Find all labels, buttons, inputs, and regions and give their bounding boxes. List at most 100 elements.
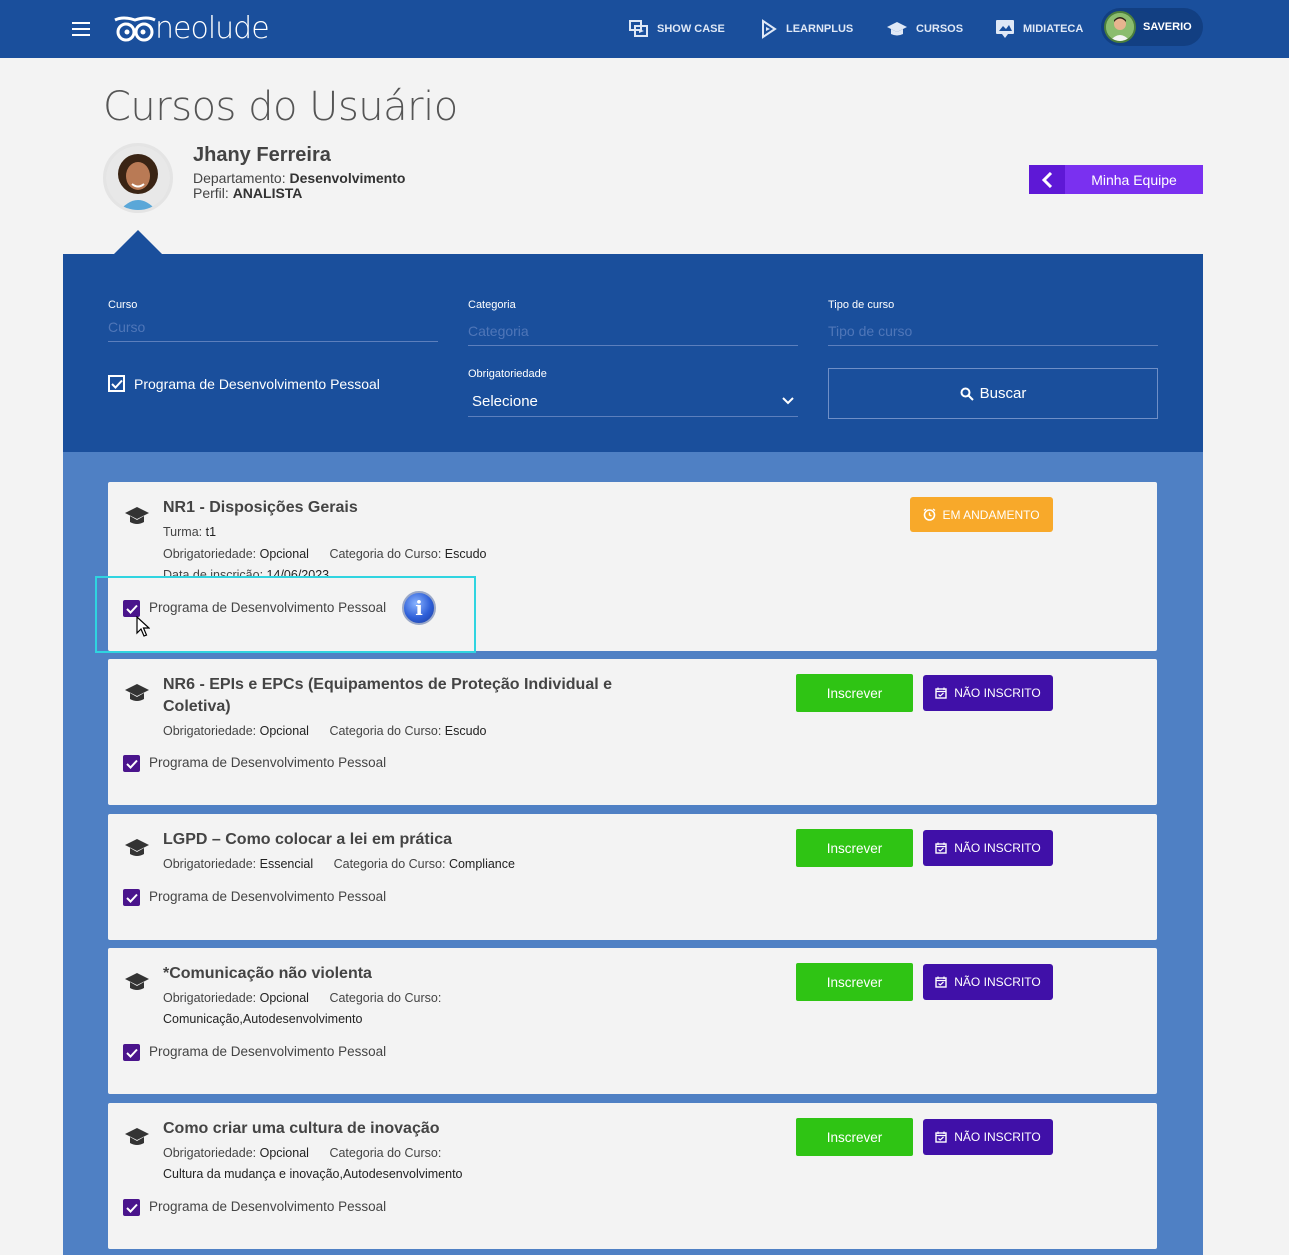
obrig-value: Opcional [259, 547, 309, 561]
pdp-checkbox[interactable] [123, 1044, 140, 1061]
course-title: NR6 - EPIs e EPCs (Equipamentos de Prote… [163, 674, 612, 718]
user-full-name: Jhany Ferreira [193, 144, 331, 166]
cat-value: Cultura da mudança e inovação,Autodesenv… [163, 1167, 463, 1181]
obrig-value: Opcional [259, 724, 309, 738]
cat-value: Compliance [448, 857, 515, 871]
perfil-value: ANALISTA [232, 185, 303, 201]
course-meta: Obrigatoriedade: Opcional Categoria do C… [163, 547, 487, 561]
course-title-line2: Coletiva) [163, 698, 231, 715]
pdp-checkbox[interactable] [123, 889, 140, 906]
course-meta: Obrigatoriedade: Opcional Categoria do C… [163, 991, 441, 1005]
pdp-checkbox[interactable] [123, 755, 140, 772]
minha-equipe-button[interactable]: Minha Equipe [1029, 165, 1203, 194]
media-icon [996, 20, 1014, 38]
pdp-label: Programa de Desenvolvimento Pessoal [149, 1199, 387, 1214]
neolude-logo[interactable]: neolude [113, 11, 270, 46]
obrig-value: Essencial [259, 857, 314, 871]
panel-pointer [114, 230, 162, 254]
nav-cursos[interactable]: CURSOS [886, 14, 963, 44]
cat-label: Categoria do Curso: [329, 724, 442, 738]
tipo-curso-placeholder: Tipo de curso [828, 323, 913, 339]
curso-placeholder: Curso [108, 319, 146, 335]
user-avatar [1104, 11, 1136, 43]
obrig-label: Obrigatoriedade: [163, 991, 257, 1005]
nav-label: MIDIATECA [1023, 23, 1084, 35]
obrig-label: Obrigatoriedade: [163, 724, 257, 738]
graduation-cap-icon [125, 839, 149, 856]
em-andamento-button[interactable]: EM ANDAMENTO [910, 497, 1053, 532]
minha-equipe-label: Minha Equipe [1091, 171, 1177, 188]
course-meta: Obrigatoriedade: Opcional Categoria do C… [163, 724, 487, 738]
course-turma: Turma: t1 [163, 525, 216, 539]
nao-inscrito-button[interactable]: NÃO INSCRITO [923, 1119, 1053, 1155]
course-card: *Comunicação não violenta Obrigatoriedad… [108, 948, 1157, 1094]
status-label: NÃO INSCRITO [954, 975, 1041, 989]
categoria-input[interactable]: Categoria [468, 320, 798, 346]
nav-learnplus[interactable]: LEARNPLUS [760, 14, 853, 44]
status-label: NÃO INSCRITO [954, 841, 1041, 855]
check-icon [125, 1203, 138, 1213]
date-label: Data de inscrição: [163, 568, 264, 582]
search-icon [960, 387, 974, 401]
course-title-line1: NR6 - EPIs e EPCs (Equipamentos de Prote… [163, 676, 612, 693]
graduation-cap-icon [125, 973, 149, 990]
categoria-label: Categoria [468, 299, 516, 311]
cat-label: Categoria do Curso: [329, 547, 442, 561]
user-menu[interactable]: SAVERIO [1101, 8, 1203, 46]
calendar-check-icon [935, 687, 947, 699]
check-icon [125, 759, 138, 769]
menu-icon[interactable] [72, 22, 90, 36]
nav-midiateca[interactable]: MIDIATECA [995, 14, 1083, 44]
curso-input[interactable]: Curso [108, 316, 438, 342]
course-card: NR6 - EPIs e EPCs (Equipamentos de Prote… [108, 659, 1157, 805]
cat-label: Categoria do Curso: [333, 857, 446, 871]
obrig-value: Opcional [259, 1146, 309, 1160]
pdp-label: Programa de Desenvolvimento Pessoal [149, 1044, 387, 1059]
inscrever-button[interactable]: Inscrever [796, 1118, 913, 1156]
buscar-button[interactable]: Buscar [828, 368, 1158, 419]
alarm-clock-icon [924, 508, 936, 521]
obrig-label: Obrigatoriedade: [163, 547, 257, 561]
pdp-label: Programa de Desenvolvimento Pessoal [149, 600, 387, 615]
pdp-checkbox[interactable] [123, 1199, 140, 1216]
course-category-value: Comunicação,Autodesenvolvimento [163, 1012, 362, 1026]
course-meta: Obrigatoriedade: Essencial Categoria do … [163, 857, 515, 871]
logo-text: neolude [155, 11, 270, 46]
user-department: Departamento: Desenvolvimento [193, 170, 405, 186]
inscrever-button[interactable]: Inscrever [796, 963, 913, 1001]
nav-label: CURSOS [916, 23, 964, 35]
obrigatoriedade-select[interactable]: Selecione [468, 386, 798, 417]
nav-showcase[interactable]: SHOW CASE [629, 14, 725, 44]
course-card: NR1 - Disposições Gerais Turma: t1 Obrig… [108, 482, 1157, 651]
check-icon [110, 379, 123, 389]
pdp-filter-label: Programa de Desenvolvimento Pessoal [134, 376, 380, 392]
top-navbar: neolude SHOW CASE LEARNPLUS CURSOS MIDIA… [0, 0, 1289, 58]
pdp-checkbox[interactable] [123, 600, 140, 617]
user-name: SAVERIO [1143, 21, 1192, 33]
nao-inscrito-button[interactable]: NÃO INSCRITO [923, 830, 1053, 866]
tipo-curso-input[interactable]: Tipo de curso [828, 320, 1158, 346]
status-label: NÃO INSCRITO [954, 686, 1041, 700]
mouse-cursor-icon [136, 616, 150, 637]
tipo-curso-label: Tipo de curso [828, 299, 895, 311]
learnplus-icon [762, 19, 777, 39]
owl-logo-icon [114, 16, 156, 42]
course-category-value: Cultura da mudança e inovação,Autodesenv… [163, 1167, 463, 1181]
inscrever-button[interactable]: Inscrever [796, 674, 913, 712]
inscrever-button[interactable]: Inscrever [796, 829, 913, 867]
dept-label: Departamento: [193, 170, 286, 186]
filter-panel: Curso Curso Categoria Categoria Tipo de … [63, 254, 1203, 452]
nav-label: LEARNPLUS [786, 23, 854, 35]
curso-label: Curso [108, 299, 138, 311]
nao-inscrito-button[interactable]: NÃO INSCRITO [923, 964, 1053, 1000]
course-date: Data de inscrição: 14/06/2023 [163, 568, 329, 582]
cat-value: Escudo [444, 547, 487, 561]
course-meta: Obrigatoriedade: Opcional Categoria do C… [163, 1146, 441, 1160]
status-label: NÃO INSCRITO [954, 1130, 1041, 1144]
obrigatoriedade-value: Selecione [472, 392, 538, 410]
check-icon [125, 1048, 138, 1058]
pdp-filter-checkbox[interactable] [108, 375, 125, 392]
calendar-check-icon [935, 976, 947, 988]
info-icon[interactable]: i [402, 591, 436, 625]
nao-inscrito-button[interactable]: NÃO INSCRITO [923, 675, 1053, 711]
